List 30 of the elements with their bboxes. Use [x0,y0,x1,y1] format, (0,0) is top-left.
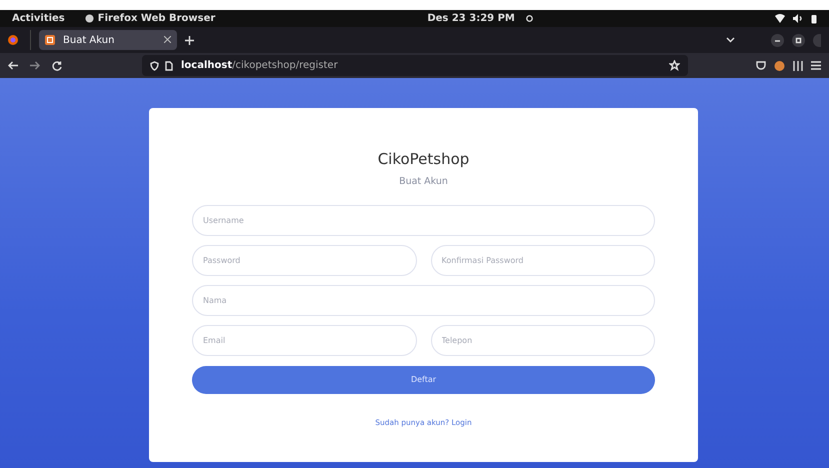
input-field[interactable]: Nama [192,284,655,316]
maximize-icon[interactable] [792,34,805,46]
star-icon[interactable] [669,60,680,71]
input-field[interactable]: Password [192,244,416,276]
app-name[interactable]: Firefox Web Browser [98,11,216,26]
input-field[interactable]: Telepon [430,324,655,356]
clock[interactable]: Des 23 3:29 PM [427,11,515,26]
form-subtitle: Buat Akun [398,174,449,188]
shield-icon[interactable] [150,60,159,70]
volume-icon[interactable] [793,14,803,23]
pocket-icon[interactable] [756,60,766,70]
close-tab-icon[interactable] [164,36,171,44]
input-field[interactable]: Username [192,204,655,236]
form-title: CikoPetshop [376,149,470,170]
wifi-icon[interactable] [775,14,785,23]
input-field[interactable]: Konfirmasi Password [430,244,655,276]
site-icon [45,35,55,45]
minimize-icon[interactable] [771,34,784,46]
input-field[interactable]: Email [192,324,416,356]
chevron-down-icon[interactable] [726,37,735,43]
back-icon[interactable] [8,61,18,70]
library-icon[interactable] [793,60,803,70]
activities-button[interactable]: Activities [12,11,65,26]
forward-icon[interactable] [30,61,40,70]
reload-icon[interactable] [52,60,62,70]
battery-icon[interactable] [811,14,817,24]
browser-tab[interactable]: Buat Akun [39,30,177,50]
new-tab-icon[interactable] [185,36,194,44]
page-icon[interactable] [165,60,173,70]
menu-icon[interactable] [811,61,821,70]
